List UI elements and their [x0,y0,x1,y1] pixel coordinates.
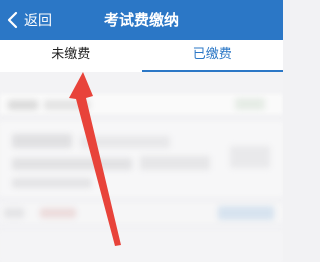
blurred-text [4,208,24,218]
tab-paid[interactable]: 已缴费 [141,40,283,72]
blurred-text [12,134,72,148]
blurred-text [235,98,265,110]
top-navbar: 返回 考试费缴纳 [0,0,283,40]
tab-unpaid[interactable]: 未缴费 [0,40,142,72]
blurred-text [12,158,132,170]
tab-unpaid-label: 未缴费 [51,47,91,62]
exam-fee-payment-screen: 返回 考试费缴纳 未缴费 已缴费 [0,0,283,262]
blurred-text [230,146,270,168]
blurred-text [40,208,76,218]
blurred-row [0,232,283,262]
page-title: 考试费缴纳 [103,11,179,29]
blurred-text [80,136,170,148]
blurred-text [12,178,92,188]
blurred-text [8,100,38,110]
blurred-content-area [0,72,283,262]
blurred-text [140,156,210,170]
payment-status-tabs: 未缴费 已缴费 [0,40,283,72]
blurred-text [44,100,90,110]
tab-paid-label: 已缴费 [192,47,232,62]
blurred-text [218,206,274,220]
